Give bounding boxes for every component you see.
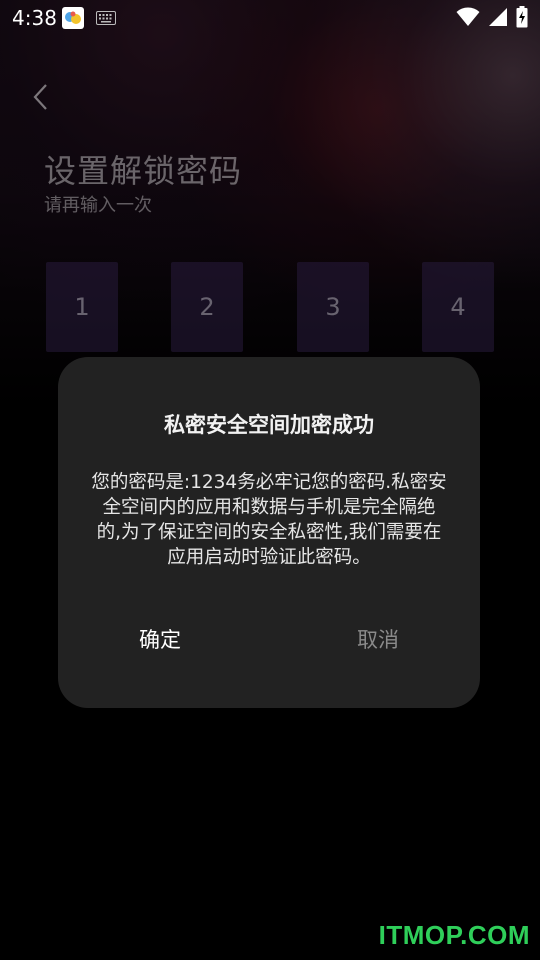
dialog-message-line: 的,为了保证空间的安全私密性,我们需要在 [96,522,442,543]
keyboard-icon [96,10,116,25]
dialog-message: 您的密码是:1234务必牢记您的密码.私密安 全空间内的应用和数据与手机是完全隔… [80,470,458,570]
pin-digit-box[interactable]: 1 [46,262,118,352]
watermark-logo: ITMOP.COM [378,920,530,950]
cell-signal-icon [488,7,508,31]
pin-digit-box[interactable]: 2 [171,262,243,352]
pin-digit-box[interactable]: 4 [422,262,494,352]
pin-input-row: 1 2 3 4 [0,262,540,354]
status-right-icons [456,6,528,32]
pin-digit-box[interactable]: 3 [297,262,369,352]
chevron-left-icon [33,84,47,110]
cancel-button[interactable]: 取消 [303,617,453,661]
dialog-message-line: 您的密码是:1234务必牢记您的密码.私密安 [91,472,447,493]
dialog-title: 私密安全空间加密成功 [164,413,374,437]
confirm-button[interactable]: 确定 [85,617,235,661]
status-time: 4:38 [12,6,57,30]
dialog-message-line: 应用启动时验证此密码。 [167,547,371,568]
dialog-message-line: 全空间内的应用和数据与手机是完全隔绝 [102,497,436,518]
status-bar: 4:38 [0,0,540,36]
wifi-icon [456,7,480,31]
success-dialog: 私密安全空间加密成功 您的密码是:1234务必牢记您的密码.私密安 全空间内的应… [58,357,480,708]
screen: 4:38 设置解锁密码 请再输入一次 1 2 3 4 私密安全空间加密成功 您的… [0,0,540,960]
app-notification-icon [62,7,84,29]
battery-charging-icon [516,6,528,32]
page-title: 设置解锁密码 [44,152,243,190]
back-button[interactable] [26,80,54,114]
page-subtitle: 请再输入一次 [44,195,152,216]
